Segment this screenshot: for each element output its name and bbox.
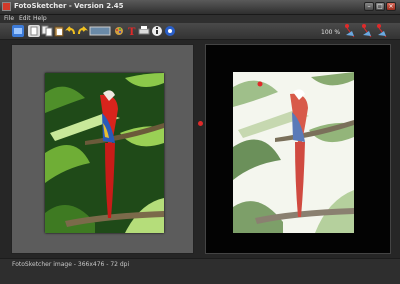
info-icon[interactable] [151, 25, 163, 37]
marker-icon[interactable] [375, 23, 389, 39]
help-icon[interactable] [164, 25, 176, 37]
print-icon[interactable] [138, 25, 150, 37]
title-bar[interactable]: FotoSketcher - Version 2.45 – □ × [0, 0, 400, 15]
svg-text:T: T [128, 27, 136, 37]
zoom-level: 100 % [321, 29, 341, 36]
menu-bar: File Edit Help [0, 15, 400, 23]
menu-help[interactable]: Help [33, 15, 47, 23]
status-text: FotoSketcher image - 366x476 - 72 dpi [12, 261, 130, 268]
scan-icon[interactable] [89, 25, 111, 37]
menu-file[interactable]: File [4, 15, 14, 23]
copy-icon[interactable] [41, 25, 53, 37]
toolbar: T 100 % [0, 23, 400, 40]
source-photo[interactable] [45, 73, 164, 233]
workspace [0, 40, 400, 258]
maximize-button[interactable]: □ [375, 2, 385, 11]
sketch-result-photo[interactable] [233, 72, 354, 233]
minimize-button[interactable]: – [364, 2, 374, 11]
app-window: FotoSketcher - Version 2.45 – □ × File E… [0, 0, 400, 284]
status-bar: FotoSketcher image - 366x476 - 72 dpi [0, 258, 400, 284]
marker-icon[interactable] [360, 23, 374, 39]
save-icon[interactable] [28, 25, 40, 37]
app-logo-icon [2, 2, 11, 11]
window-title: FotoSketcher - Version 2.45 [14, 2, 124, 10]
marker-icon[interactable] [343, 23, 357, 39]
menu-edit[interactable]: Edit [19, 15, 31, 23]
text-icon[interactable]: T [126, 25, 138, 37]
result-image-panel[interactable] [205, 44, 391, 254]
settings-icon[interactable] [113, 25, 125, 37]
paste-icon[interactable] [53, 25, 65, 37]
close-button[interactable]: × [386, 2, 396, 11]
source-image-panel[interactable] [11, 44, 194, 254]
redo-icon[interactable] [76, 25, 88, 37]
splitter-handle[interactable] [198, 121, 203, 126]
open-icon[interactable] [12, 25, 24, 37]
